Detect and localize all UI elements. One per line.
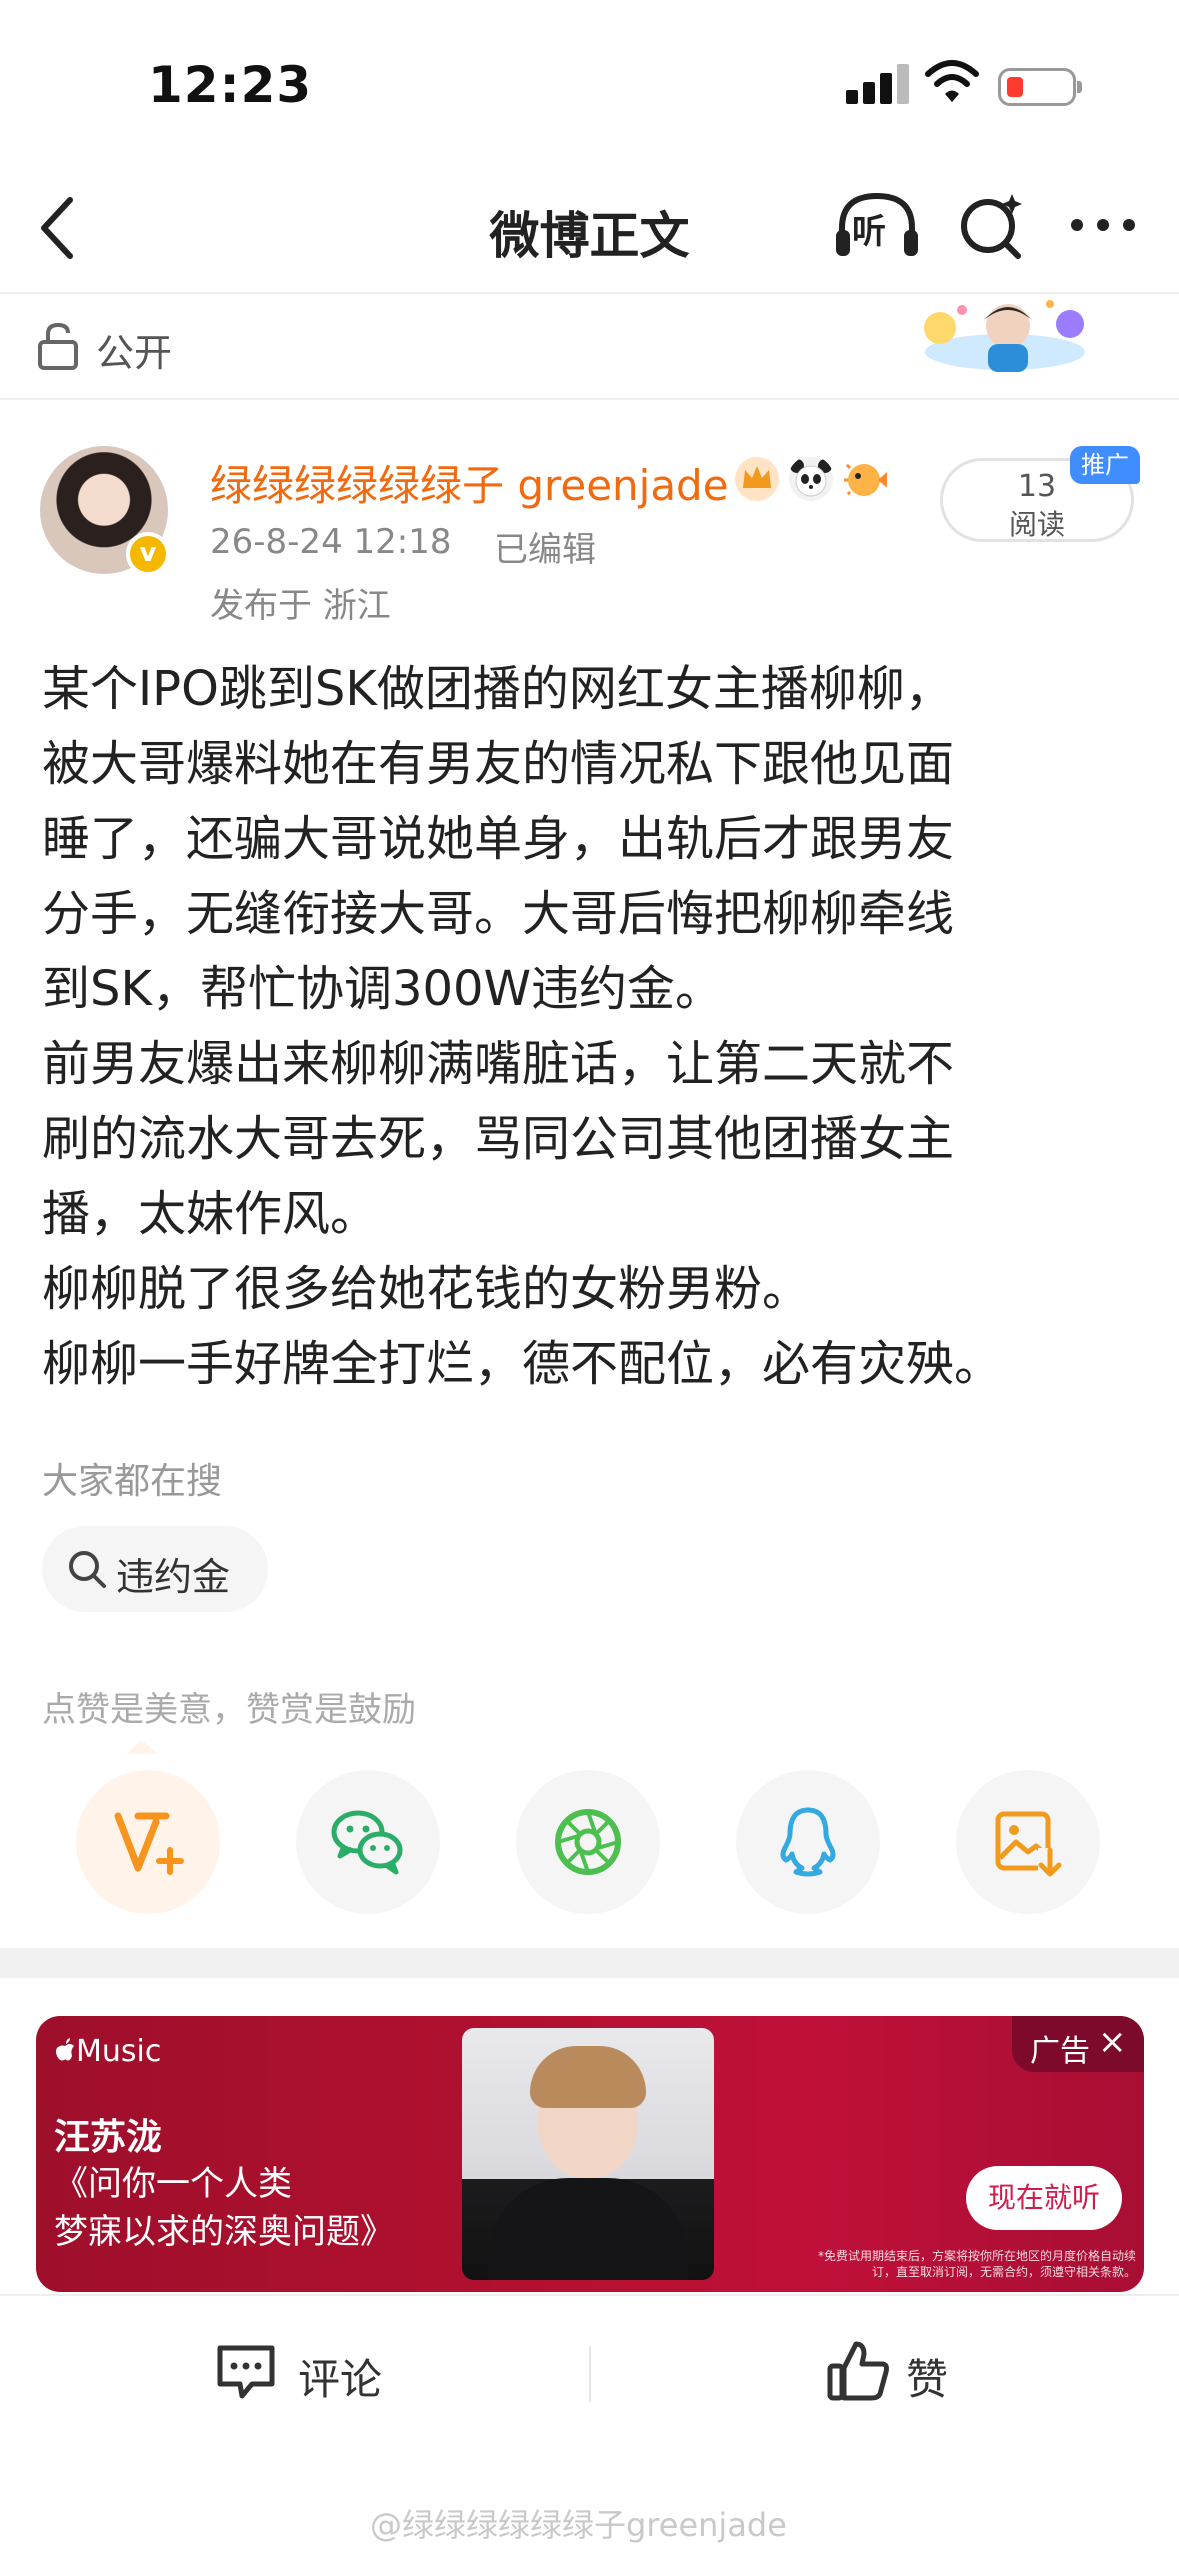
post-line: 播，太妹作风。 xyxy=(42,1186,379,1242)
search-icon xyxy=(69,1551,106,1588)
author-name[interactable]: 绿绿绿绿绿绿子 greenjade xyxy=(210,452,729,513)
section-divider xyxy=(0,398,1179,400)
thumbs-up-icon[interactable] xyxy=(826,2338,892,2402)
ad-tag-label: 广告 xyxy=(1030,2034,1090,2069)
ad-album-line-1: 《问你一个人类 xyxy=(54,2164,292,2204)
save-image-button[interactable] xyxy=(956,1770,1100,1914)
comment-icon[interactable] xyxy=(214,2342,278,2402)
trending-search-heading: 大家都在搜 xyxy=(42,1461,223,1502)
bottom-bar-separator xyxy=(589,2346,591,2402)
qq-icon xyxy=(780,1807,836,1877)
apple-logo-icon xyxy=(56,2038,74,2061)
section-separator xyxy=(0,1948,1179,1978)
promote-badge[interactable]: 推广 xyxy=(1070,446,1140,484)
like-button[interactable]: 赞 xyxy=(906,2346,948,2407)
trending-search-chip[interactable]: 违约金 xyxy=(42,1526,268,1612)
reward-v-plus-icon xyxy=(114,1812,184,1875)
ad-artist-photo xyxy=(462,2028,714,2280)
search-icon[interactable] xyxy=(956,190,1026,260)
cellular-signal-icon xyxy=(846,64,910,104)
edited-label[interactable]: 已编辑 xyxy=(494,522,596,571)
ad-tag: 广告 × xyxy=(1012,2016,1144,2072)
reward-note: 点赞是美意，赞赏是鼓励 xyxy=(42,1690,416,1730)
read-label: 阅读 xyxy=(1008,508,1065,541)
post-body: 某个IPO跳到SK做团播的网红女主播柳柳， 被大哥爆料她在有男友的情况私下跟他见… xyxy=(42,652,1152,1402)
pufferfish-badge-icon xyxy=(844,462,887,498)
wechat-icon xyxy=(331,1810,403,1875)
post-location: 发布于 浙江 xyxy=(210,586,391,626)
post-timestamp: 26-8-24 12:18 xyxy=(210,522,452,562)
post-line: 某个IPO跳到SK做团播的网红女主播柳柳， xyxy=(42,661,953,717)
post-line: 刷的流水大哥去死，骂同公司其他团播女主 xyxy=(42,1111,955,1167)
ad-disclaimer: *免费试用期结束后，方案将按你所在地区的月度价格自动续订，直至取消订阅，无需合约… xyxy=(817,2249,1136,2279)
status-bar-time: 12:23 xyxy=(148,56,313,114)
save-image-icon xyxy=(995,1811,1062,1878)
reward-button[interactable] xyxy=(76,1770,220,1914)
decorative-sticker-icon xyxy=(924,300,1085,372)
trending-search-label: 违约金 xyxy=(116,1555,231,1599)
post-line: 到SK，帮忙协调300W违约金。 xyxy=(42,961,724,1017)
post-line: 柳柳一手好牌全打烂，德不配位，必有灾殃。 xyxy=(42,1336,1003,1392)
share-moments-button[interactable] xyxy=(516,1770,660,1914)
share-qq-button[interactable] xyxy=(736,1770,880,1914)
wifi-icon xyxy=(925,60,979,102)
ad-banner[interactable]: Music 汪苏泷 《问你一个人类 梦寐以求的深奥问题》 广告 × 现在就听 *… xyxy=(36,2016,1144,2292)
visibility-label: 公开 xyxy=(96,331,173,375)
watermark: @绿绿绿绿绿绿子greenjade xyxy=(370,2506,787,2544)
ad-brand: Music xyxy=(54,2034,161,2069)
listen-label: 听 xyxy=(852,212,886,252)
unlock-icon xyxy=(38,322,78,370)
ad-album-line-2: 梦寐以求的深奥问题》 xyxy=(54,2212,394,2252)
ad-listen-now-button[interactable]: 现在就听 xyxy=(966,2166,1122,2230)
panda-badge-icon xyxy=(789,457,833,501)
post-line: 前男友爆出来柳柳满嘴脏话，让第二天就不 xyxy=(42,1036,955,1092)
ad-artist: 汪苏泷 xyxy=(54,2117,163,2158)
post-line: 睡了，还骗大哥说她单身，出轨后才跟男友 xyxy=(42,811,955,867)
ad-close-button[interactable]: × xyxy=(1098,2022,1127,2062)
ad-brand-label: Music xyxy=(76,2034,162,2069)
reward-pointer xyxy=(126,1740,158,1754)
crown-badge-icon xyxy=(735,457,779,501)
comment-button[interactable]: 评论 xyxy=(298,2346,382,2407)
post-line: 柳柳脱了很多给她花钱的女粉男粉。 xyxy=(42,1261,811,1317)
more-options-icon[interactable] xyxy=(1068,210,1138,240)
listen-headphones-button[interactable]: 听 xyxy=(834,190,920,262)
share-wechat-button[interactable] xyxy=(296,1770,440,1914)
verified-badge-icon: v xyxy=(126,532,170,576)
bottom-bar-divider xyxy=(0,2294,1179,2296)
post-line: 被大哥爆料她在有男友的情况私下跟他见面 xyxy=(42,736,955,792)
moments-icon xyxy=(555,1809,621,1875)
post-line: 分手，无缝衔接大哥。大哥后悔把柳柳牵线 xyxy=(42,886,955,942)
battery-low-icon xyxy=(998,68,1082,106)
